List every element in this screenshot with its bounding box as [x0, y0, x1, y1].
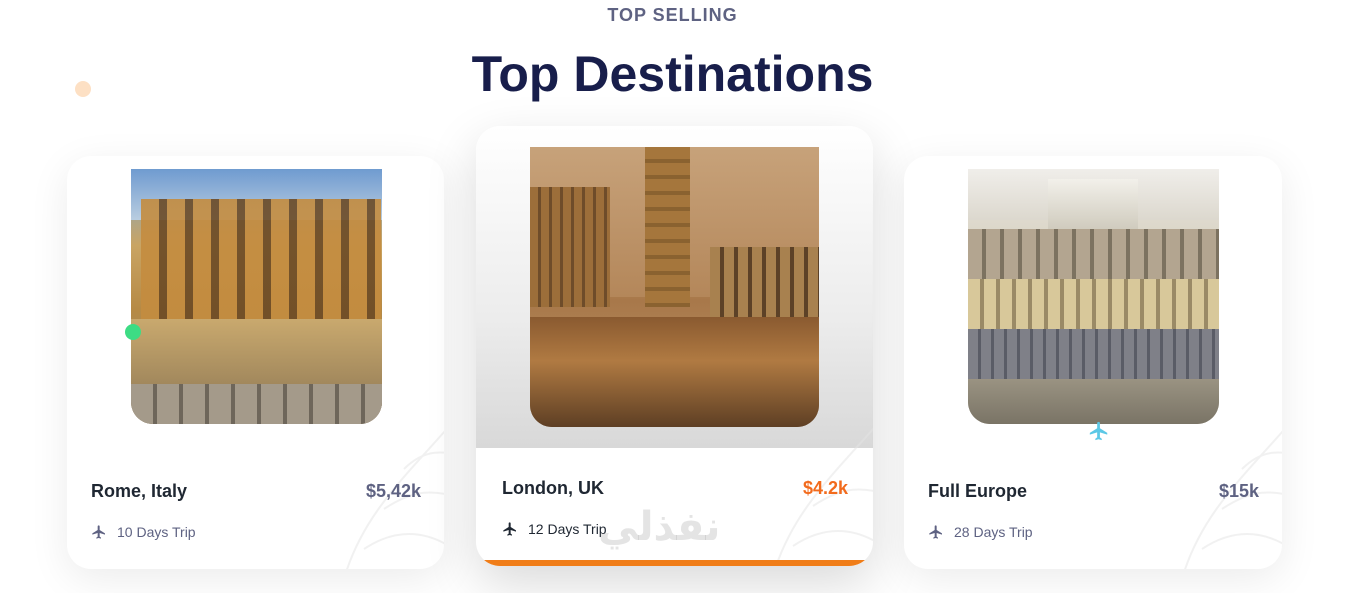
destination-card-rome[interactable]: Rome, Italy $5,42k 10 Days Trip	[67, 156, 444, 569]
destination-price: $5,42k	[365, 481, 421, 501]
trip-duration-label: 12 Days Trip	[528, 521, 607, 537]
destination-card-europe[interactable]: Full Europe $15k 28 Days Trip	[904, 156, 1282, 569]
destination-name: Rome, Italy	[91, 481, 188, 501]
destination-name: Full Europe	[928, 481, 1027, 501]
destination-price: $15k	[1218, 481, 1259, 501]
page: TOP SELLING Top Destinations Rome, Italy…	[0, 0, 1345, 593]
trip-duration-label: 28 Days Trip	[954, 524, 1033, 540]
watermark: نفذلي	[598, 504, 721, 550]
airplane-icon	[503, 522, 516, 536]
destination-photo	[131, 169, 382, 424]
destination-card-london[interactable]: London, UK $4.2k 12 Days Trip	[476, 126, 873, 566]
destination-price: $4.2k	[802, 478, 848, 498]
airplane-icon	[92, 525, 105, 539]
trip-duration-label: 10 Days Trip	[117, 524, 196, 540]
destination-photo	[968, 169, 1219, 424]
airplane-icon	[1089, 421, 1108, 441]
trip-duration: 28 Days Trip	[928, 524, 1033, 540]
decorative-dot	[75, 81, 91, 97]
status-dot	[125, 324, 141, 340]
active-indicator-bar	[476, 560, 873, 566]
destination-photo	[530, 147, 819, 427]
destination-name: London, UK	[502, 478, 604, 498]
trip-duration: 10 Days Trip	[91, 524, 196, 540]
trip-duration: 12 Days Trip	[502, 521, 607, 537]
section-subtitle: TOP SELLING	[607, 5, 738, 25]
airplane-icon	[929, 525, 942, 539]
section-title: Top Destinations	[471, 46, 874, 102]
